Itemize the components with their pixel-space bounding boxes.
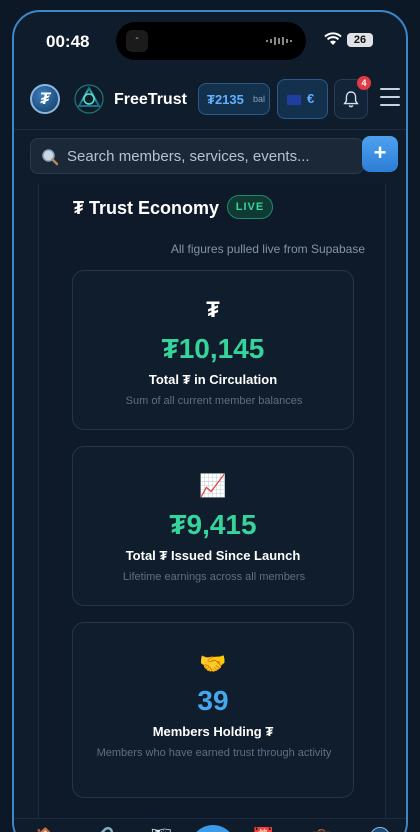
search-bar[interactable]: Search members, services, events... xyxy=(30,138,364,174)
home-icon[interactable]: 🏠 xyxy=(34,827,56,832)
stat-value: 39 xyxy=(197,685,229,716)
search-placeholder: Search members, services, events... xyxy=(67,148,310,165)
camera-icon: - xyxy=(126,30,148,52)
trust-symbol-icon: ₮ xyxy=(206,297,220,322)
stat-title: Total ₮ in Circulation xyxy=(148,372,278,387)
audio-wave-icon xyxy=(266,37,292,45)
app-header: ₮ FreeTrust ₮2135 bal € 4 xyxy=(14,72,406,130)
search-icon xyxy=(42,149,59,166)
bell-icon xyxy=(343,91,359,108)
status-time: 00:48 xyxy=(46,32,90,51)
currency-selector[interactable]: € xyxy=(277,79,328,119)
balance-pill[interactable]: ₮2135 bal xyxy=(198,83,270,115)
battery-indicator: 26 xyxy=(347,33,373,47)
add-button[interactable]: + xyxy=(362,136,398,172)
stat-card-circulation: ₮ ₮10,145 Total ₮ in Circulation Sum of … xyxy=(72,270,354,430)
trust-economy-panel: ₮ Trust Economy LIVE All figures pulled … xyxy=(38,184,386,832)
bottom-nav: 🏠 🔗 🗺 📅 💼 xyxy=(14,818,406,832)
section-subtitle: All figures pulled live from Supabase xyxy=(170,242,365,256)
briefcase-icon[interactable]: 💼 xyxy=(310,827,332,832)
chart-up-icon: 📈 xyxy=(199,473,227,498)
status-bar: 00:48 - 26 xyxy=(14,12,406,72)
section-title: ₮ Trust Economy xyxy=(73,198,220,218)
currency-symbol: € xyxy=(307,91,315,106)
wifi-icon xyxy=(324,32,342,45)
freetrust-logo-icon[interactable] xyxy=(74,84,104,114)
create-icon[interactable] xyxy=(190,825,236,832)
stat-description: Sum of all current member balances xyxy=(125,395,303,407)
stat-description: Members who have earned trust through ac… xyxy=(96,747,332,759)
stat-value: ₮9,415 xyxy=(169,509,257,540)
link-icon[interactable]: 🔗 xyxy=(92,827,114,832)
stat-description: Lifetime earnings across all members xyxy=(122,571,306,583)
trust-coin-logo[interactable]: ₮ xyxy=(30,84,60,114)
eu-flag-icon xyxy=(287,95,301,105)
stat-card-issued: 📈 ₮9,415 Total ₮ Issued Since Launch Lif… xyxy=(72,446,354,606)
stat-value: ₮10,145 xyxy=(161,333,265,364)
handshake-icon: 🤝 xyxy=(199,651,227,676)
map-icon[interactable]: 🗺 xyxy=(150,827,173,832)
calendar-icon[interactable]: 📅 xyxy=(252,827,274,832)
hamburger-menu-icon[interactable] xyxy=(380,88,400,106)
stat-title: Total ₮ Issued Since Launch xyxy=(125,548,301,563)
dynamic-island: - xyxy=(116,22,306,60)
stat-card-members: 🤝 39 Members Holding ₮ Members who have … xyxy=(72,622,354,798)
stat-title: Members Holding ₮ xyxy=(152,724,274,739)
phone-frame: 00:48 - 26 ₮ FreeTrust ₮2135 bal € 4 Sea… xyxy=(12,10,408,832)
brand-name: FreeTrust xyxy=(114,91,187,108)
balance-amount: ₮2135 xyxy=(207,92,244,107)
notification-badge: 4 xyxy=(357,76,371,90)
notifications-button[interactable]: 4 xyxy=(334,76,371,119)
balance-label: bal xyxy=(253,94,266,104)
live-badge: LIVE xyxy=(227,195,273,219)
trust-icon[interactable] xyxy=(370,827,390,832)
